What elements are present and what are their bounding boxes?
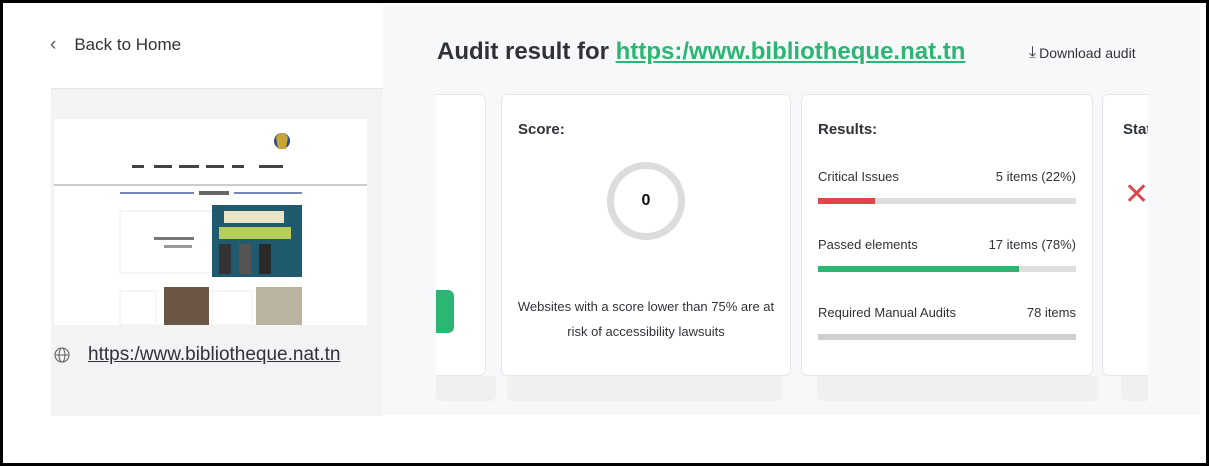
progress-fill: [818, 198, 875, 204]
card-base: [507, 376, 782, 401]
site-url-link[interactable]: https:/www.bibliotheque.nat.tn: [88, 344, 340, 366]
status-title: Statu: [1123, 121, 1148, 138]
score-gauge: 0: [607, 162, 685, 240]
card-base: [436, 376, 496, 401]
back-to-home-link[interactable]: ‹ Back to Home: [50, 28, 181, 62]
site-url-row: https:/www.bibliotheque.nat.tn: [54, 344, 340, 366]
result-label: Required Manual Audits: [818, 305, 957, 320]
progress-fill: [818, 266, 1020, 272]
audit-url-link[interactable]: https:/www.bibliotheque.nat.tn: [616, 38, 966, 65]
results-card: Results: Critical Issues 5 items (22%) P…: [801, 94, 1093, 376]
score-value: 0: [641, 192, 651, 209]
download-icon: ⤓: [1029, 44, 1037, 61]
sidebar: ‹ Back to Home https:/www.bibliotheque.n…: [13, 6, 383, 416]
score-card: Score: 0 Websites with a score lower tha…: [501, 94, 791, 376]
progress-fill: [818, 334, 1076, 340]
score-title: Score:: [518, 121, 565, 138]
result-value: 5 items (22%): [995, 169, 1076, 184]
progress-bar: [818, 198, 1076, 204]
app-canvas: ‹ Back to Home https:/www.bibliotheque.n…: [13, 6, 1200, 416]
card-base: [1121, 376, 1148, 401]
status-card: Statu ✕: [1102, 94, 1148, 376]
result-label: Critical Issues: [818, 169, 899, 184]
partial-card: [436, 94, 486, 376]
result-value: 78 items: [1026, 305, 1076, 320]
progress-bar: [818, 334, 1076, 340]
site-thumbnail: [54, 119, 367, 325]
title-prefix: Audit result for: [437, 38, 609, 65]
window-frame: ‹ Back to Home https:/www.bibliotheque.n…: [0, 0, 1209, 466]
action-button[interactable]: [436, 290, 454, 333]
download-label: Download audit: [1039, 45, 1136, 61]
result-label: Passed elements: [818, 237, 918, 252]
x-mark-icon: ✕: [1124, 178, 1148, 211]
score-note: Websites with a score lower than 75% are…: [517, 299, 775, 339]
site-thumbnail-image: [54, 119, 367, 325]
results-title: Results:: [818, 121, 878, 138]
page-title: Audit result for https:/www.bibliotheque…: [437, 38, 965, 66]
download-audit-button[interactable]: ⤓ Download audit: [1029, 44, 1136, 62]
site-preview-panel: https:/www.bibliotheque.nat.tn: [51, 88, 383, 416]
chevron-left-icon: ‹: [50, 34, 57, 55]
card-base: [817, 376, 1099, 401]
globe-icon: [54, 347, 70, 363]
result-value: 17 items (78%): [988, 237, 1076, 252]
summary-cards: Score: 0 Websites with a score lower tha…: [436, 91, 1148, 401]
back-label: Back to Home: [74, 35, 182, 54]
progress-bar: [818, 266, 1076, 272]
